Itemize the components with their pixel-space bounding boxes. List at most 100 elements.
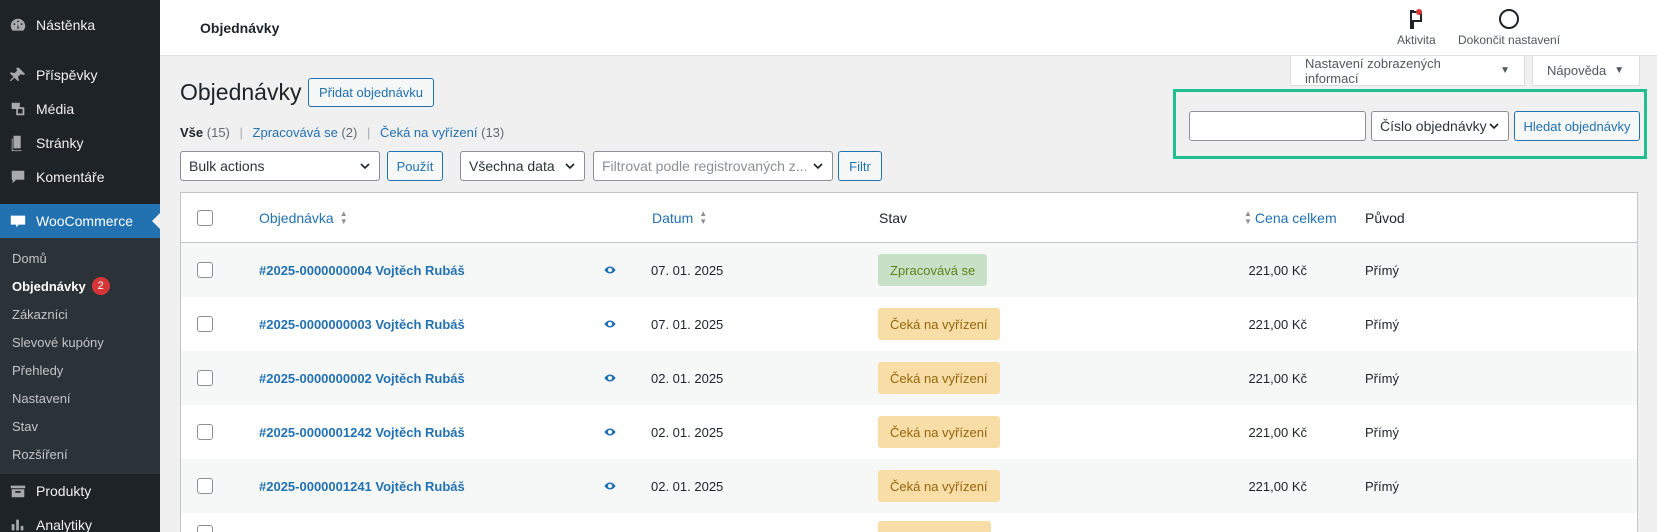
row-checkbox[interactable] <box>197 478 213 494</box>
order-date: 02. 01. 2025 <box>651 370 724 386</box>
status-badge: Čeká na vyřízení <box>878 308 1000 340</box>
sort-icon: ▲ ▼ <box>339 208 348 226</box>
sidebar-item-comments[interactable]: Komentáře <box>0 160 160 194</box>
column-origin-label: Původ <box>1365 209 1405 226</box>
filter-button[interactable]: Filtr <box>838 151 882 181</box>
sidebar-item-analytics[interactable]: Analytiky <box>0 508 160 532</box>
submenu-item-coupons[interactable]: Slevové kupóny <box>0 328 160 356</box>
woo-icon <box>8 211 28 231</box>
submenu-label: Zákazníci <box>12 306 68 322</box>
row-checkbox[interactable] <box>197 424 213 440</box>
finish-setup-button[interactable]: Dokončit nastavení <box>1458 8 1560 47</box>
table-row[interactable]: #2025-0000000004 Vojtěch Rubáš 07. 01. 2… <box>181 243 1637 297</box>
bulk-actions-select[interactable]: Bulk actions <box>180 151 380 181</box>
screen-options-tab[interactable]: Nastavení zobrazených informací ▼ <box>1290 56 1525 86</box>
row-checkbox[interactable] <box>197 316 213 332</box>
progress-circle-icon <box>1499 9 1520 29</box>
apply-button[interactable]: Použít <box>387 151 443 181</box>
submenu-item-status[interactable]: Stav <box>0 412 160 440</box>
table-row[interactable]: #2025-0000001241 Vojtěch Rubáš 02. 01. 2… <box>181 459 1637 513</box>
row-checkbox[interactable] <box>197 262 213 278</box>
comment-icon <box>8 167 28 187</box>
row-checkbox[interactable] <box>197 525 213 532</box>
dates-filter-select[interactable]: Všechna data <box>460 151 585 181</box>
submenu-item-customers[interactable]: Zákazníci <box>0 300 160 328</box>
submenu-item-reports[interactable]: Přehledy <box>0 356 160 384</box>
preview-eye-icon[interactable] <box>603 405 617 459</box>
submenu-item-extensions[interactable]: Rozšíření <box>0 440 160 468</box>
customer-filter-select[interactable]: Filtrovat podle registrovaných z... <box>593 151 833 181</box>
order-date: 07. 01. 2025 <box>651 262 724 278</box>
submenu-item-orders[interactable]: Objednávky 2 <box>0 272 160 300</box>
activity-button[interactable]: Aktivita <box>1397 8 1436 47</box>
order-status-views: Vše (15) | Zpracovává se (2) | Čeká na v… <box>180 125 505 140</box>
view-count: (15) <box>206 125 230 140</box>
order-origin: Přímý <box>1365 316 1399 332</box>
submenu-item-settings[interactable]: Nastavení <box>0 384 160 412</box>
table-row[interactable] <box>181 513 1637 532</box>
column-status-label: Stav <box>879 209 908 226</box>
woocommerce-submenu: Domů Objednávky 2 Zákazníci Slevové kupón… <box>0 238 160 474</box>
sidebar-item-products[interactable]: Produkty <box>0 474 160 508</box>
order-link[interactable]: #2025-0000001242 Vojtěch Rubáš <box>259 425 465 440</box>
search-field-value: Číslo objednávky <box>1380 118 1487 134</box>
column-date-label: Datum <box>652 209 694 226</box>
help-tab[interactable]: Nápověda ▼ <box>1532 56 1640 86</box>
order-link[interactable]: #2025-0000000002 Vojtěch Rubáš <box>259 371 465 386</box>
order-link[interactable]: #2025-0000000003 Vojtěch Rubáš <box>259 317 465 332</box>
table-row[interactable]: #2025-0000000003 Vojtěch Rubáš 07. 01. 2… <box>181 297 1637 351</box>
row-checkbox[interactable] <box>197 370 213 386</box>
sidebar-item-woocommerce[interactable]: WooCommerce <box>0 204 160 238</box>
submenu-label: Rozšíření <box>12 446 68 462</box>
sidebar-item-label: Příspěvky <box>36 67 98 83</box>
column-order[interactable]: Objednávka ▲ ▼ <box>259 193 348 242</box>
sidebar-item-pages[interactable]: Stránky <box>0 126 160 160</box>
table-row[interactable]: #2025-0000000002 Vojtěch Rubáš 02. 01. 2… <box>181 351 1637 405</box>
filter-label: Filtr <box>849 158 871 174</box>
view-all[interactable]: Vše <box>180 125 203 140</box>
select-all-checkbox[interactable] <box>197 209 213 226</box>
column-date[interactable]: Datum ▲ ▼ <box>652 193 707 242</box>
sidebar-item-posts[interactable]: Příspěvky <box>0 58 160 92</box>
preview-eye-icon[interactable] <box>603 297 617 351</box>
order-total: 221,00 Kč <box>1248 478 1307 494</box>
add-order-button[interactable]: Přidat objednávku <box>308 78 434 107</box>
preview-eye-icon[interactable] <box>603 459 617 513</box>
sidebar-item-label: Nástěnka <box>36 17 96 33</box>
order-date: 02. 01. 2025 <box>651 424 724 440</box>
orders-count-badge: 2 <box>91 277 110 295</box>
sidebar-item-label: Média <box>36 101 75 117</box>
table-row[interactable]: #2025-0000001242 Vojtěch Rubáš 02. 01. 2… <box>181 405 1637 459</box>
submenu-item-home[interactable]: Domů <box>0 244 160 272</box>
order-link[interactable]: #2025-0000001241 Vojtěch Rubáš <box>259 479 465 494</box>
preview-eye-icon[interactable] <box>603 351 617 405</box>
submenu-label: Slevové kupóny <box>12 334 104 350</box>
caret-down-icon: ▼ <box>1500 65 1510 76</box>
screen-options-label: Nastavení zobrazených informací <box>1305 55 1441 86</box>
search-orders-button[interactable]: Hledat objednávky <box>1514 111 1640 141</box>
order-total: 221,00 Kč <box>1248 262 1307 278</box>
order-link[interactable]: #2025-0000000004 Vojtěch Rubáš <box>259 263 465 278</box>
view-on-hold[interactable]: Čeká na vyřízení <box>380 125 478 140</box>
page-title: Objednávky <box>180 79 302 105</box>
status-badge <box>878 521 991 532</box>
finish-setup-label: Dokončit nastavení <box>1458 33 1561 47</box>
sidebar-item-label: WooCommerce <box>36 213 133 229</box>
dashboard-icon <box>8 15 28 35</box>
sidebar-item-dashboard[interactable]: Nástěnka <box>0 8 160 42</box>
status-badge: Zpracovává se <box>878 254 988 286</box>
view-processing[interactable]: Zpracovává se <box>253 125 338 140</box>
apply-label: Použít <box>396 158 434 174</box>
help-label: Nápověda <box>1547 63 1607 78</box>
order-search-input[interactable] <box>1189 111 1366 141</box>
flag-icon <box>1410 9 1423 29</box>
column-status: Stav <box>879 193 907 242</box>
preview-eye-icon[interactable] <box>603 243 617 297</box>
dates-value: Všechna data <box>469 158 555 174</box>
sidebar-item-media[interactable]: Média <box>0 92 160 126</box>
column-total[interactable]: ▲ ▼ Cena celkem <box>1244 193 1337 242</box>
search-orders-label: Hledat objednávky <box>1523 118 1631 134</box>
order-total: 221,00 Kč <box>1248 424 1307 440</box>
order-date: 02. 01. 2025 <box>651 478 724 494</box>
search-field-select[interactable]: Číslo objednávky <box>1371 111 1509 141</box>
